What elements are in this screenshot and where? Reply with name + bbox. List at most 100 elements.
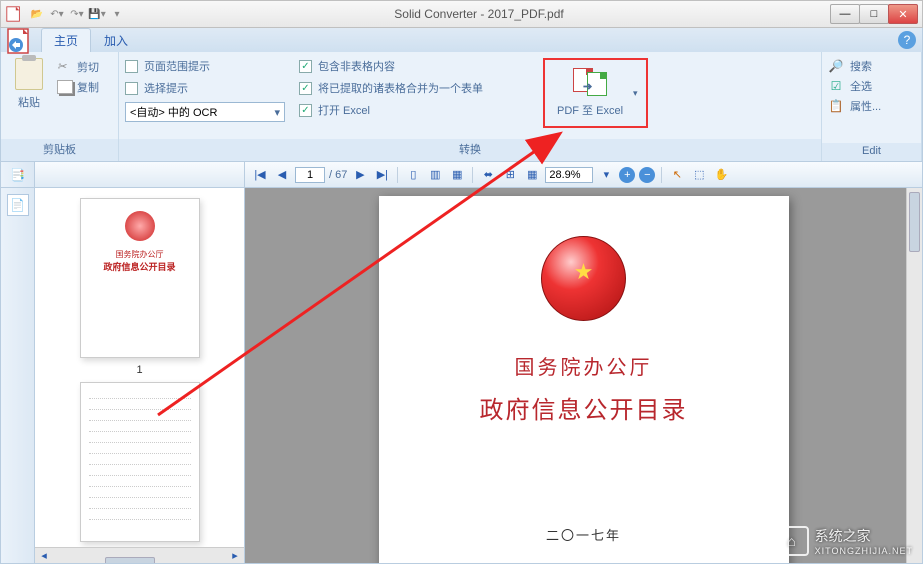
watermark-logo-icon: ⌂: [775, 526, 809, 556]
select-tool-icon[interactable]: ↖: [668, 166, 686, 184]
select-all-icon: ☑: [828, 78, 844, 94]
clipboard-group-label: 剪贴板: [1, 139, 118, 161]
window-controls: — □ ✕: [831, 4, 918, 24]
copy-label: 复制: [77, 79, 99, 95]
paste-icon: [15, 58, 43, 90]
scroll-right-icon[interactable]: ▸: [226, 547, 244, 564]
checkbox-merge-tables[interactable]: [299, 82, 312, 95]
scroll-left-icon[interactable]: ◂: [35, 547, 53, 564]
undo-icon[interactable]: ↶▾: [47, 5, 67, 23]
page-content: 国务院办公厅 政府信息公开目录 二〇一七年: [379, 196, 789, 564]
doc-year: 二〇一七年: [546, 525, 621, 544]
properties-icon: 📋: [828, 98, 844, 114]
page-number-input[interactable]: [295, 167, 325, 183]
last-page-icon[interactable]: ▶|: [373, 166, 391, 184]
prev-page-icon[interactable]: ◀: [273, 166, 291, 184]
grid-icon[interactable]: ▦: [523, 166, 541, 184]
national-emblem-icon: [541, 236, 626, 321]
marquee-tool-icon[interactable]: ⬚: [690, 166, 708, 184]
pages-panel-icon[interactable]: 📄: [7, 194, 29, 216]
watermark-sub: XITONGZHIJIA.NET: [815, 546, 913, 556]
next-page-icon[interactable]: ▶: [351, 166, 369, 184]
thumbnails-panel: 国务院办公厅 政府信息公开目录 1 2 ◂ ▸: [35, 188, 245, 564]
help-icon[interactable]: ?: [898, 31, 916, 49]
edit-group-label: Edit: [822, 143, 921, 161]
thumb1-line2: 政府信息公开目录: [103, 260, 175, 273]
redo-icon[interactable]: ↷▾: [67, 5, 87, 23]
zoom-in-icon[interactable]: +: [619, 167, 635, 183]
chevron-down-icon[interactable]: ▾: [633, 88, 638, 99]
select-all-button[interactable]: ☑ 全选: [828, 78, 881, 94]
page-total-label: / 67: [329, 169, 347, 181]
search-label: 搜索: [850, 58, 872, 74]
titlebar: 📂 ↶▾ ↷▾ 💾▾ ▾ Solid Converter - 2017_PDF.…: [0, 0, 923, 28]
opt-open-excel-label: 打开 Excel: [318, 102, 370, 118]
tab-home[interactable]: 主页: [41, 28, 91, 52]
watermark: ⌂ 系统之家 XITONGZHIJIA.NET: [775, 526, 913, 556]
emblem-icon: [125, 211, 155, 241]
thumb-1-label: 1: [136, 364, 142, 376]
main-area: 📄 国务院办公厅 政府信息公开目录 1 2 ◂ ▸ 国务院办公厅 政府信息公开目…: [0, 188, 923, 564]
ribbon-group-convert: 页面范围提示 选择提示 <自动> 中的 OCR ▾ 包含非表格内容: [119, 52, 822, 161]
binoculars-icon: 🔎: [828, 58, 844, 74]
search-button[interactable]: 🔎 搜索: [828, 58, 881, 74]
opt-nontable-label: 包含非表格内容: [318, 58, 395, 74]
convert-group-label: 转换: [119, 139, 821, 161]
doc-title-2: 政府信息公开目录: [480, 390, 688, 425]
app-menu-icon[interactable]: [5, 26, 35, 56]
document-viewer[interactable]: 国务院办公厅 政府信息公开目录 二〇一七年: [245, 188, 923, 564]
paste-label: 粘贴: [18, 94, 40, 110]
copy-icon: [57, 80, 73, 94]
ocr-dropdown[interactable]: <自动> 中的 OCR ▾: [125, 102, 285, 122]
side-strip: 📄: [0, 188, 35, 564]
thumb1-line1: 国务院办公厅: [116, 249, 164, 260]
ribbon: 粘贴 ✂ 剪切 复制 剪贴板 页面范围提示: [0, 52, 923, 162]
qat-customize-icon[interactable]: ▾: [107, 5, 127, 23]
zoom-dropdown-icon[interactable]: ▾: [597, 166, 615, 184]
pdf-to-excel-button[interactable]: ➔ PDF 至 Excel: [553, 64, 627, 122]
checkbox-select[interactable]: [125, 82, 138, 95]
tab-add[interactable]: 加入: [91, 28, 141, 52]
chevron-down-icon: ▾: [274, 106, 280, 119]
scrollbar-thumb[interactable]: [105, 557, 155, 564]
close-button[interactable]: ✕: [888, 4, 918, 24]
ribbon-group-clipboard: 粘贴 ✂ 剪切 复制 剪贴板: [1, 52, 119, 161]
zoom-input[interactable]: [545, 167, 593, 183]
opt-select-label: 选择提示: [144, 80, 188, 96]
app-icon-small: [5, 5, 23, 23]
checkbox-nontable[interactable]: [299, 60, 312, 73]
watermark-brand: 系统之家: [815, 528, 871, 544]
thumbnail-page-1[interactable]: 国务院办公厅 政府信息公开目录: [80, 198, 200, 358]
hand-tool-icon[interactable]: ✋: [712, 166, 730, 184]
quick-open-icon[interactable]: 📂: [27, 5, 47, 23]
first-page-icon[interactable]: |◀: [251, 166, 269, 184]
paste-button[interactable]: 粘贴: [7, 58, 51, 110]
zoom-out-icon[interactable]: −: [639, 167, 655, 183]
fit-page-icon[interactable]: ⊞: [501, 166, 519, 184]
facing-icon[interactable]: ▦: [448, 166, 466, 184]
select-all-label: 全选: [850, 78, 872, 94]
thumbs-horizontal-scrollbar[interactable]: ◂ ▸: [35, 547, 244, 563]
cut-button[interactable]: ✂ 剪切: [55, 58, 101, 76]
scrollbar-thumb[interactable]: [909, 192, 920, 252]
thumbnail-page-2[interactable]: [80, 382, 200, 542]
viewer-vertical-scrollbar[interactable]: [906, 188, 922, 563]
ocr-dropdown-value: <自动> 中的 OCR: [130, 104, 217, 120]
thumbnails-tab-icon[interactable]: 📑: [7, 164, 29, 186]
copy-button[interactable]: 复制: [55, 78, 101, 96]
opt-merge-tables-label: 将已提取的诸表格合并为一个表单: [318, 80, 483, 96]
checkbox-page-range[interactable]: [125, 60, 138, 73]
doc-title-1: 国务院办公厅: [515, 351, 653, 380]
fit-width-icon[interactable]: ⬌: [479, 166, 497, 184]
maximize-button[interactable]: □: [859, 4, 889, 24]
cut-label: 剪切: [77, 59, 99, 75]
pdf-to-excel-icon: ➔: [573, 68, 607, 96]
document-toolbar: |◀ ◀ / 67 ▶ ▶| ▯ ▥ ▦ ⬌ ⊞ ▦ ▾ + − ↖ ⬚ ✋: [245, 162, 923, 188]
single-page-icon[interactable]: ▯: [404, 166, 422, 184]
checkbox-open-excel[interactable]: [299, 104, 312, 117]
properties-button[interactable]: 📋 属性...: [828, 98, 881, 114]
save-icon[interactable]: 💾▾: [87, 5, 107, 23]
minimize-button[interactable]: —: [830, 4, 860, 24]
window-title: Solid Converter - 2017_PDF.pdf: [127, 7, 831, 21]
continuous-icon[interactable]: ▥: [426, 166, 444, 184]
